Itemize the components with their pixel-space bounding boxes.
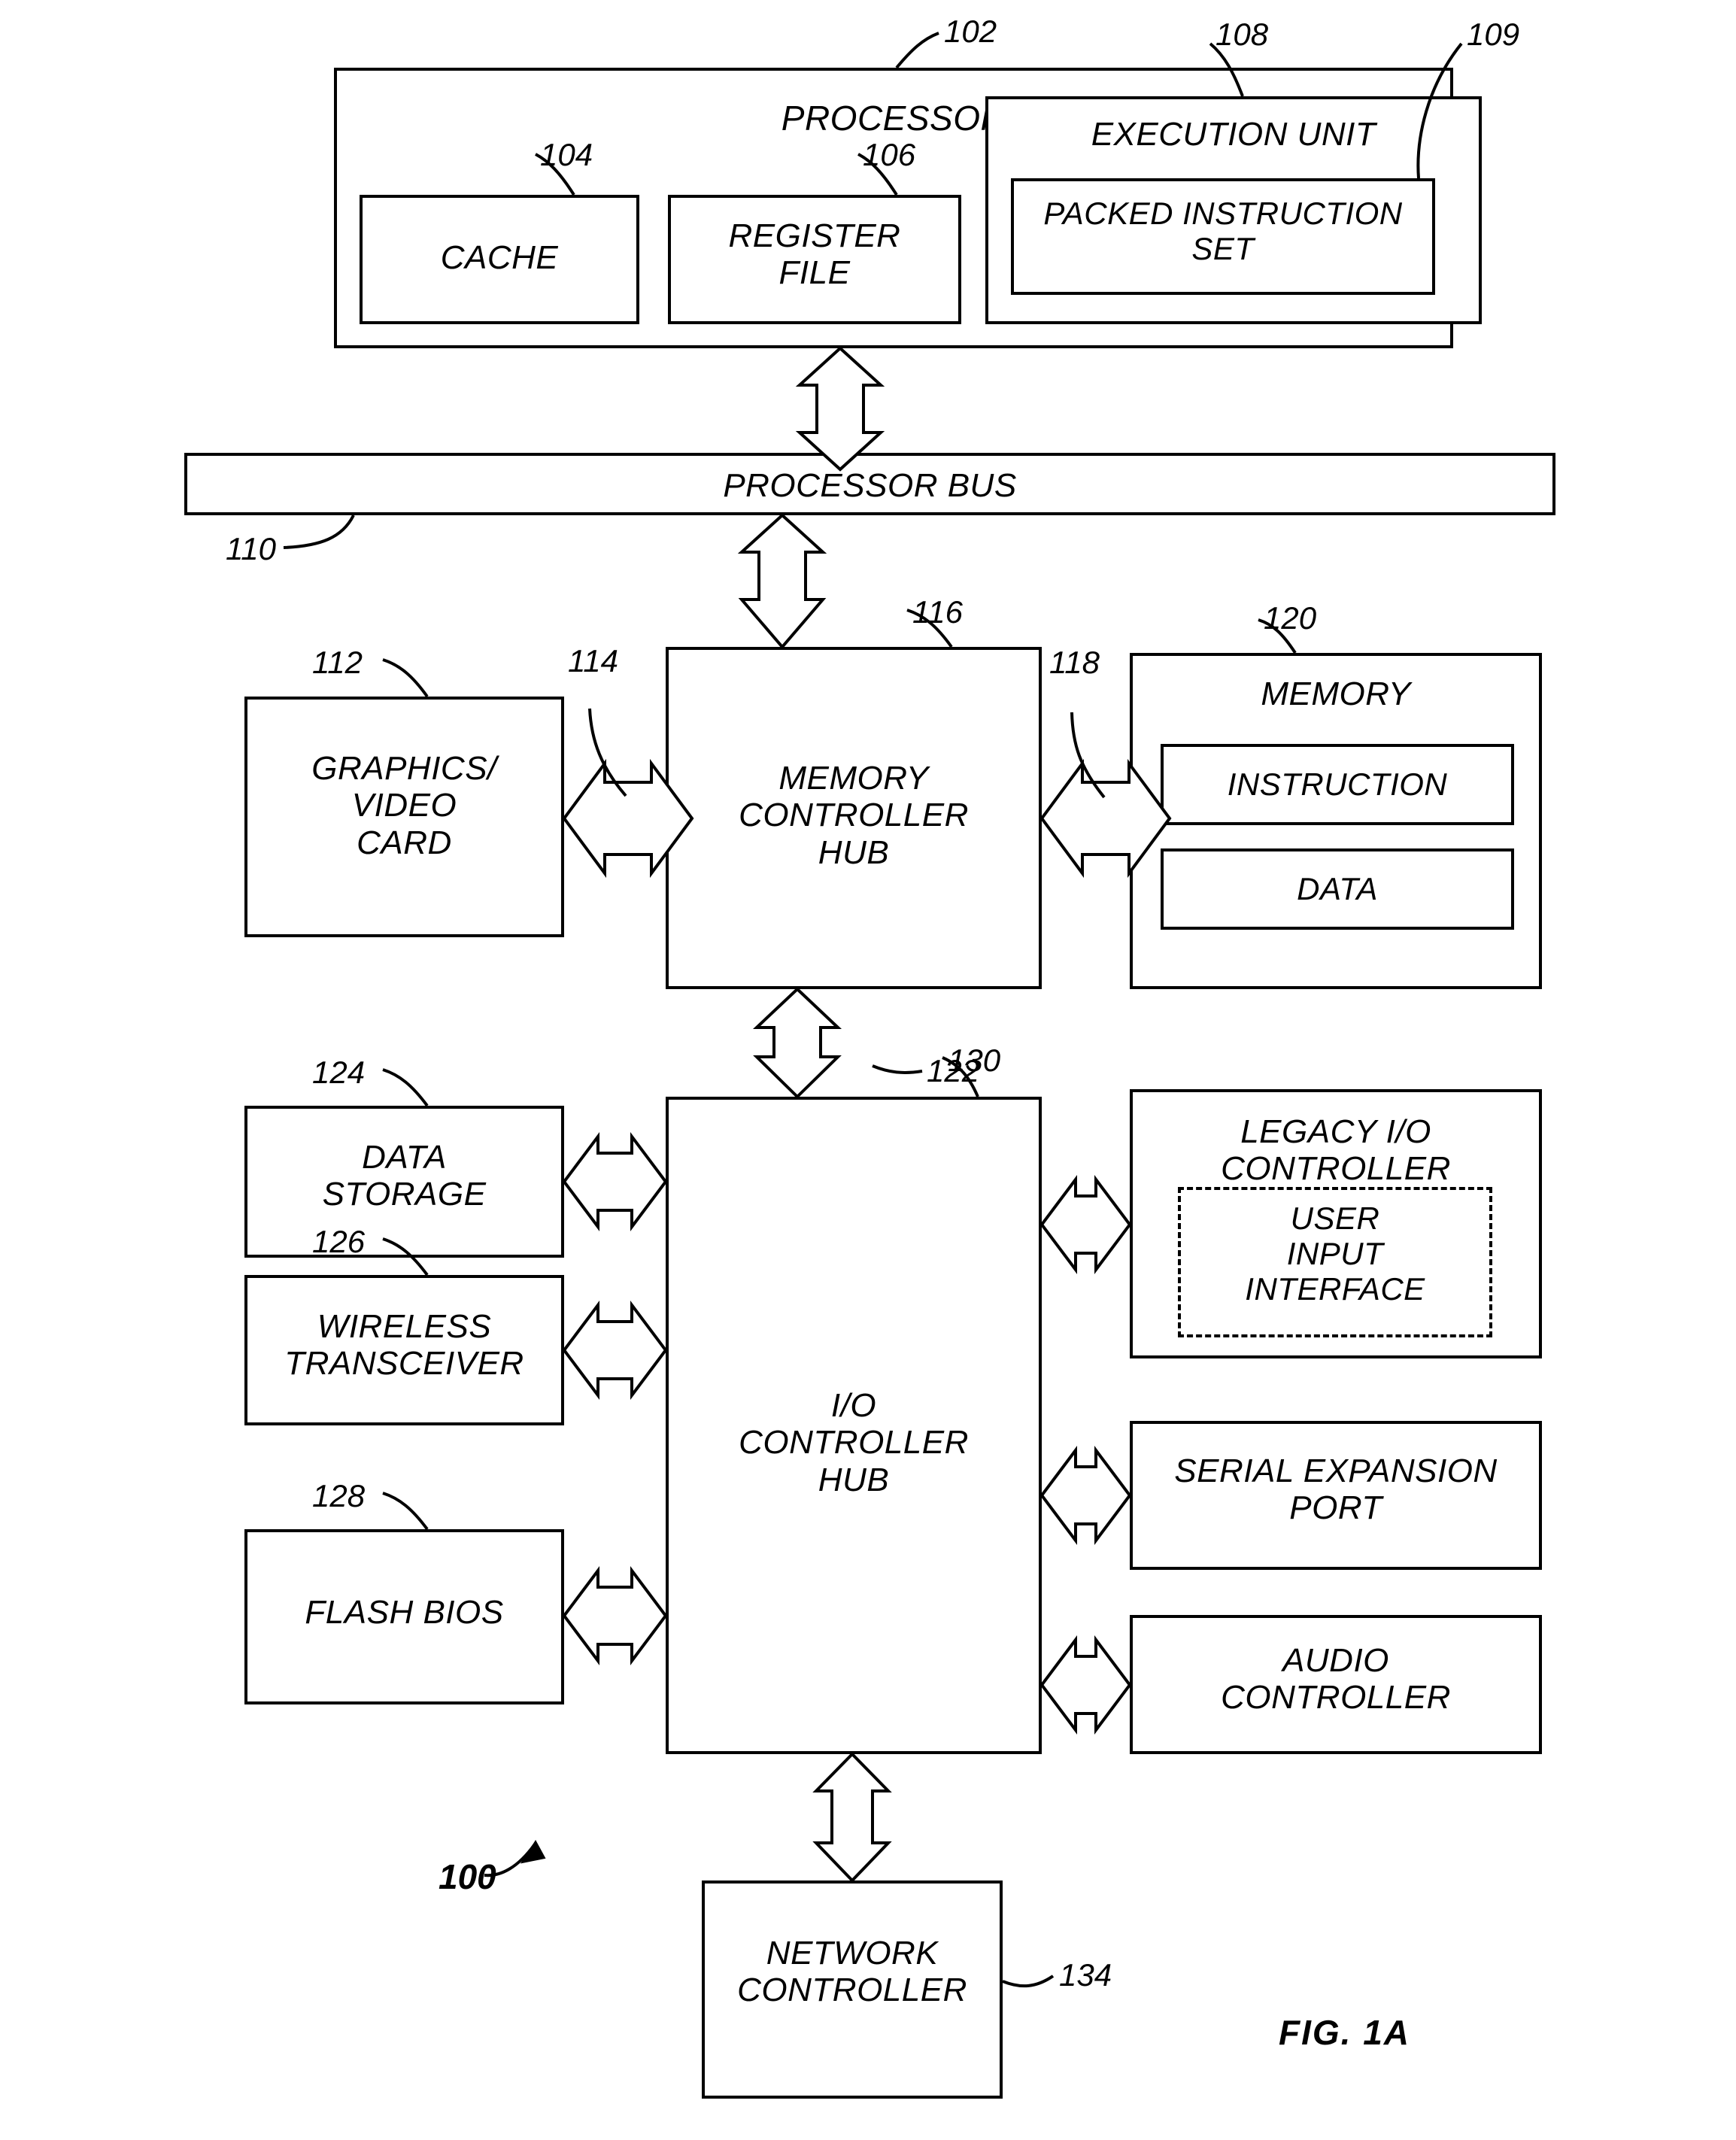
block-user-input-interface: USER INPUT INTERFACE [1178,1187,1492,1337]
io-controller-hub-label: I/O CONTROLLER HUB [739,1387,969,1498]
block-io-controller-hub: I/O CONTROLLER HUB [666,1097,1042,1754]
leader-122 [872,1064,923,1074]
legacy-io-controller-label: LEGACY I/O CONTROLLER [1221,1113,1451,1188]
ref-106: 106 [863,137,916,172]
processor-bus-label: PROCESSOR BUS [723,467,1017,504]
instruction-label: INSTRUCTION [1227,766,1448,802]
execution-unit-label: EXECUTION UNIT [1091,116,1376,153]
ref-118: 118 [1049,645,1100,680]
patent-figure-1a: PROCESSOR CACHE REGISTER FILE EXECUTION … [0,0,1736,2140]
block-register-file: REGISTER FILE [668,195,961,324]
ref-114: 114 [568,643,618,678]
block-serial-expansion-port: SERIAL EXPANSION PORT [1130,1421,1542,1570]
leader-118 [1070,712,1106,799]
ref-130: 130 [948,1043,1001,1078]
ref-104: 104 [540,137,593,172]
wireless-transceiver-label: WIRELESS TRANSCEIVER [284,1308,524,1383]
serial-expansion-port-label: SERIAL EXPANSION PORT [1174,1452,1498,1527]
leader-102 [895,32,939,69]
audio-controller-label: AUDIO CONTROLLER [1221,1642,1451,1717]
ref-126: 126 [312,1224,366,1259]
block-packed-instruction-set: PACKED INSTRUCTION SET [1011,178,1435,295]
block-cache: CACHE [360,195,639,324]
user-input-interface-label: USER INPUT INTERFACE [1245,1201,1425,1307]
leader-128 [382,1492,429,1531]
arrow-flash-bios-to-ich [562,1566,668,1665]
network-controller-label: NETWORK CONTROLLER [737,1935,967,2009]
arrow-ich-to-legacy-io [1039,1175,1132,1274]
data-storage-label: DATA STORAGE [322,1139,487,1213]
ref-110: 110 [226,531,276,566]
ref-102: 102 [944,14,997,49]
arrow-bus-to-mch [737,513,827,650]
leader-124 [382,1068,429,1107]
leader-112 [382,658,429,698]
arrow-mch-to-ich [752,987,842,1099]
leader-114 [588,708,627,797]
arrow-ich-to-audio-controller [1039,1635,1132,1735]
block-memory-controller-hub: MEMORY CONTROLLER HUB [666,647,1042,989]
ref-108: 108 [1216,17,1269,52]
block-processor-bus: PROCESSOR BUS [184,453,1555,515]
arrow-wireless-to-ich [562,1301,668,1400]
arrow-data-storage-to-ich [562,1132,668,1231]
arrow-processor-to-bus [795,346,885,472]
leader-110 [283,515,355,549]
arrow-ich-to-network-controller [812,1752,892,1883]
graphics-video-card-label: GRAPHICS/ VIDEO CARD [311,750,497,861]
leader-100-arrowhead [520,1840,546,1864]
block-data-storage: DATA STORAGE [244,1106,564,1258]
ref-109: 109 [1467,17,1520,52]
flash-bios-label: FLASH BIOS [305,1594,504,1631]
ref-134: 134 [1059,1957,1112,1993]
ref-120: 120 [1264,600,1317,636]
memory-label: MEMORY [1261,675,1411,712]
block-network-controller: NETWORK CONTROLLER [702,1880,1003,2099]
block-instruction: INSTRUCTION [1161,744,1514,825]
ref-116: 116 [912,594,963,630]
ref-112: 112 [312,645,363,680]
register-file-label: REGISTER FILE [728,217,901,292]
ref-100-system: 100 [439,1857,496,1896]
block-audio-controller: AUDIO CONTROLLER [1130,1615,1542,1754]
cache-label: CACHE [440,239,559,276]
leader-134 [1002,1975,1055,1988]
ref-124: 124 [312,1055,366,1090]
memory-controller-hub-label: MEMORY CONTROLLER HUB [739,760,969,871]
figure-caption: FIG. 1A [1279,2013,1411,2052]
packed-instruction-set-label: PACKED INSTRUCTION SET [1043,196,1403,267]
arrow-ich-to-serial-expansion [1039,1446,1132,1545]
block-graphics-video-card: GRAPHICS/ VIDEO CARD [244,697,564,937]
ref-128: 128 [312,1478,366,1513]
data-label: DATA [1297,871,1378,906]
block-wireless-transceiver: WIRELESS TRANSCEIVER [244,1275,564,1425]
block-flash-bios: FLASH BIOS [244,1529,564,1704]
block-data: DATA [1161,848,1514,930]
